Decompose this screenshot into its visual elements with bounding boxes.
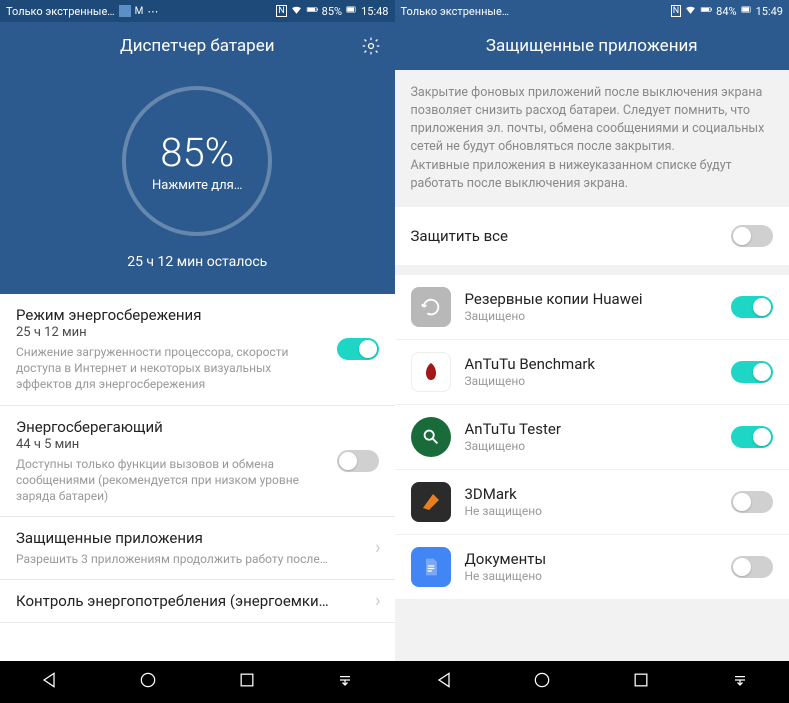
menu-button[interactable] bbox=[730, 670, 750, 694]
app-name: Резервные копии Huawei bbox=[465, 290, 732, 308]
app-toggle[interactable] bbox=[731, 491, 773, 513]
carrier-text: Только экстренные… bbox=[6, 5, 115, 18]
info-text: Закрытие фоновых приложений после выключ… bbox=[395, 70, 789, 207]
row-title: Режим энергосбережения bbox=[16, 306, 379, 324]
battery-pct: 84% bbox=[716, 5, 736, 18]
power-saving-toggle[interactable] bbox=[337, 338, 379, 360]
app-row-documents[interactable]: ДокументыНе защищено bbox=[395, 535, 789, 600]
battery-percentage: 85% bbox=[160, 129, 234, 176]
gmail-icon: M bbox=[135, 6, 144, 17]
app-status: Защищено bbox=[465, 374, 732, 388]
app-status: Не защищено bbox=[465, 504, 732, 518]
chevron-right-icon: › bbox=[375, 538, 380, 559]
power-control-row[interactable]: Контроль энергопотребления (энергоемки… … bbox=[0, 580, 395, 623]
home-button[interactable] bbox=[138, 670, 158, 694]
battery-icon bbox=[700, 3, 713, 19]
battery-manager-screen: Только экстренные… M ⋯ N 85% 15:48 Диспе… bbox=[0, 0, 395, 703]
power-saving-mode-row[interactable]: Режим энергосбережения 25 ч 12 мин Сниже… bbox=[0, 294, 395, 406]
battery-icon bbox=[306, 3, 319, 19]
home-button[interactable] bbox=[532, 670, 552, 694]
row-title: Контроль энергопотребления (энергоемки… bbox=[16, 592, 379, 610]
3dmark-icon bbox=[411, 482, 451, 522]
protect-all-label: Защитить все bbox=[411, 227, 508, 245]
battery-hero: 85% Нажмите для… 25 ч 12 мин осталось bbox=[0, 70, 395, 294]
app-row-antutu-benchmark[interactable]: AnTuTu BenchmarkЗащищено bbox=[395, 340, 789, 405]
settings-list: Режим энергосбережения 25 ч 12 мин Сниже… bbox=[0, 294, 395, 661]
nav-bar bbox=[0, 661, 395, 703]
app-status: Защищено bbox=[465, 309, 732, 323]
battery-rect-icon bbox=[345, 3, 358, 19]
app-toggle[interactable] bbox=[731, 426, 773, 448]
battery-circle[interactable]: 85% Нажмите для… bbox=[122, 86, 272, 236]
app-list: Резервные копии HuaweiЗащищено AnTuTu Be… bbox=[395, 275, 789, 600]
app-row-antutu-tester[interactable]: AnTuTu TesterЗащищено bbox=[395, 405, 789, 470]
recent-button[interactable] bbox=[237, 670, 257, 694]
app-name: AnTuTu Benchmark bbox=[465, 355, 732, 373]
app-row-3dmark[interactable]: 3DMarkНе защищено bbox=[395, 470, 789, 535]
app-name: AnTuTu Tester bbox=[465, 420, 732, 438]
protect-all-row[interactable]: Защитить все bbox=[395, 207, 789, 265]
title-bar: Диспетчер батареи bbox=[0, 22, 395, 70]
screen-title: Диспетчер батареи bbox=[120, 36, 275, 56]
screen-title: Защищенные приложения bbox=[486, 36, 698, 56]
app-toggle[interactable] bbox=[731, 556, 773, 578]
battery-rect-icon bbox=[740, 3, 753, 19]
menu-button[interactable] bbox=[335, 670, 355, 694]
clock: 15:48 bbox=[361, 5, 388, 18]
antutu-tester-icon bbox=[411, 417, 451, 457]
huawei-backup-icon bbox=[411, 287, 451, 327]
row-title: Защищенные приложения bbox=[16, 529, 379, 547]
time-remaining: 25 ч 12 мин осталось bbox=[127, 254, 267, 270]
status-bar: Только экстренные… N 84% 15:49 bbox=[395, 0, 789, 22]
protected-apps-screen: Только экстренные… N 84% 15:49 Защищенны… bbox=[395, 0, 789, 703]
antutu-benchmark-icon bbox=[411, 352, 451, 392]
title-bar: Защищенные приложения bbox=[395, 22, 789, 70]
protect-all-toggle[interactable] bbox=[731, 225, 773, 247]
settings-gear-icon[interactable] bbox=[361, 36, 381, 56]
chevron-right-icon: › bbox=[375, 591, 380, 612]
more-icon: ⋯ bbox=[147, 5, 158, 18]
clock: 15:49 bbox=[756, 5, 783, 18]
wifi-icon bbox=[684, 3, 697, 19]
app-status: Защищено bbox=[465, 439, 732, 453]
battery-pct: 85% bbox=[322, 5, 342, 18]
nfc-icon: N bbox=[276, 5, 286, 17]
row-subtitle: 25 ч 12 мин bbox=[16, 325, 379, 340]
back-button[interactable] bbox=[434, 670, 454, 694]
recent-button[interactable] bbox=[631, 670, 651, 694]
status-bar: Только экстренные… M ⋯ N 85% 15:48 bbox=[0, 0, 395, 22]
app-toggle[interactable] bbox=[731, 361, 773, 383]
protected-apps-row[interactable]: Защищенные приложения Разрешить 3 прилож… bbox=[0, 517, 395, 580]
ultra-power-toggle[interactable] bbox=[337, 450, 379, 472]
app-name: 3DMark bbox=[465, 485, 732, 503]
app-row-huawei-backup[interactable]: Резервные копии HuaweiЗащищено bbox=[395, 275, 789, 340]
tap-hint: Нажмите для… bbox=[152, 178, 243, 193]
app-status: Не защищено bbox=[465, 569, 732, 583]
ultra-power-saving-row[interactable]: Энергосберегающий 44 ч 5 мин Доступны то… bbox=[0, 406, 395, 518]
row-subtitle: 44 ч 5 мин bbox=[16, 437, 379, 452]
app-toggle[interactable] bbox=[731, 296, 773, 318]
nfc-icon: N bbox=[671, 5, 681, 17]
documents-icon bbox=[411, 547, 451, 587]
app-indicator-icon bbox=[119, 5, 131, 17]
nav-bar bbox=[395, 661, 789, 703]
row-description: Снижение загруженности процессора, скоро… bbox=[16, 344, 379, 393]
app-name: Документы bbox=[465, 550, 732, 568]
back-button[interactable] bbox=[39, 670, 59, 694]
wifi-icon bbox=[290, 3, 303, 19]
row-title: Энергосберегающий bbox=[16, 418, 379, 436]
row-description: Разрешить 3 приложениям продолжить работ… bbox=[16, 551, 379, 567]
carrier-text: Только экстренные… bbox=[401, 5, 510, 18]
row-description: Доступны только функции вызовов и обмена… bbox=[16, 456, 379, 505]
